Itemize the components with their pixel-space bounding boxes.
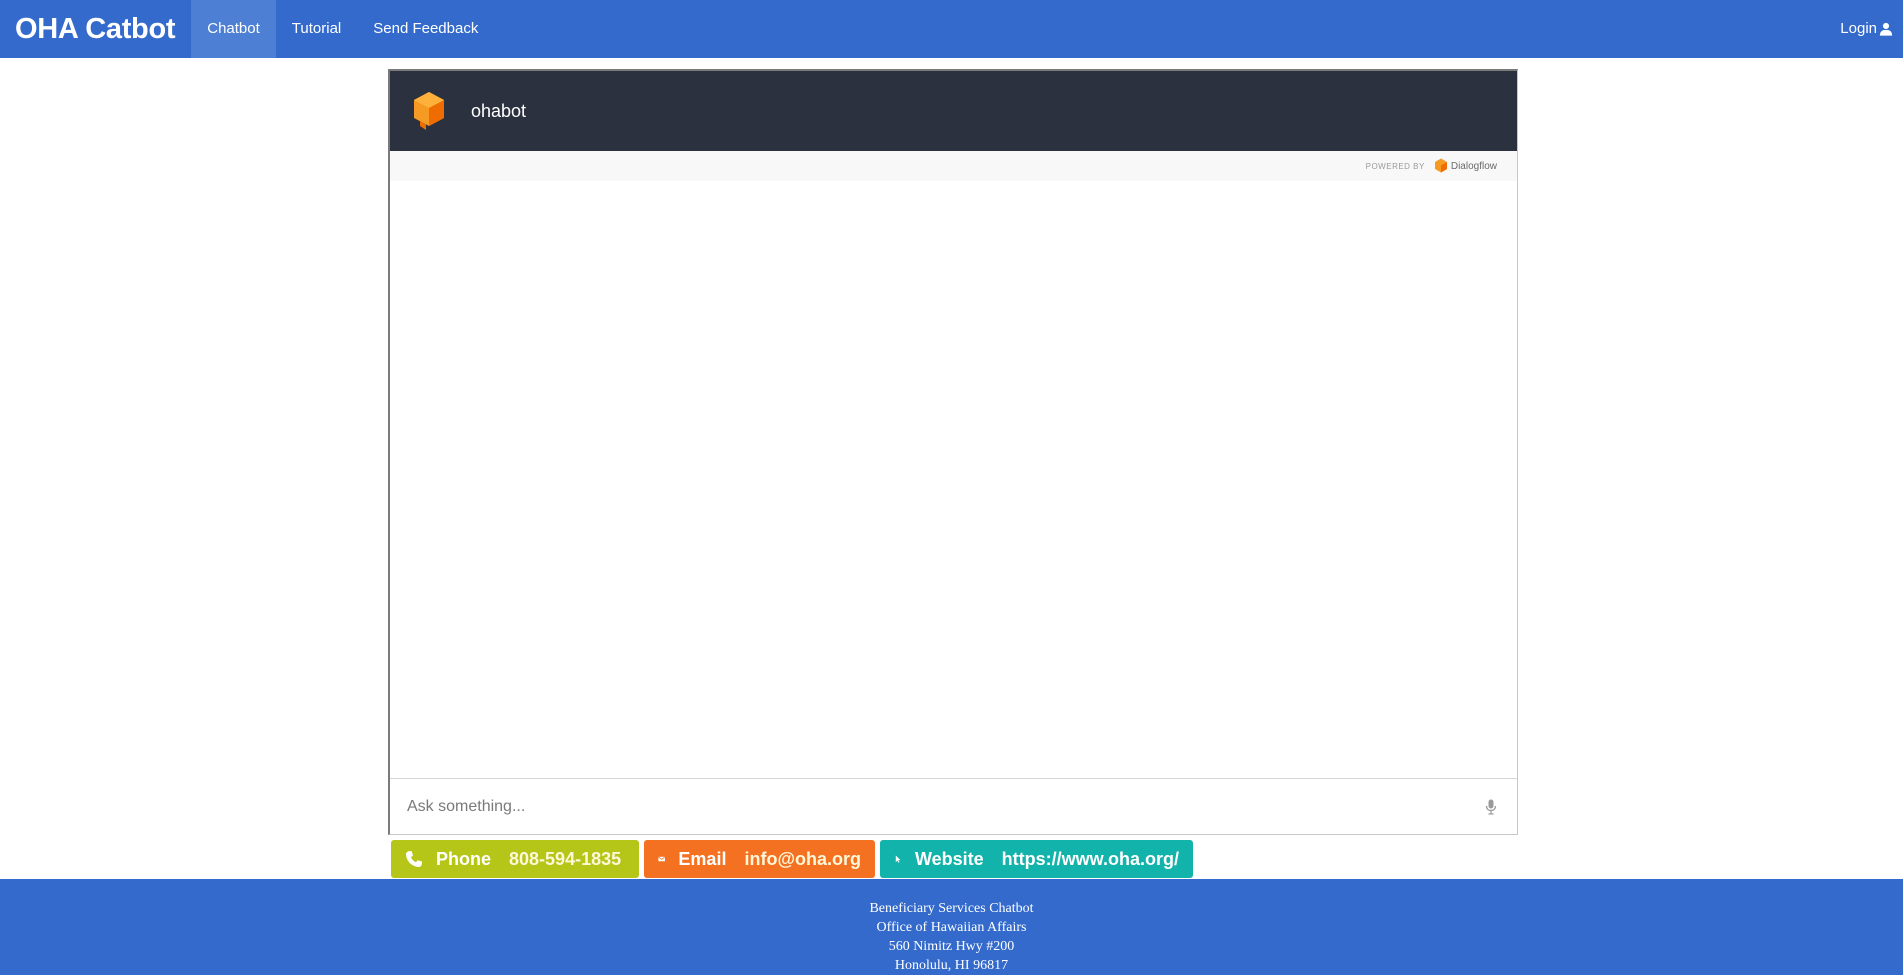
user-icon <box>1879 22 1893 36</box>
email-button[interactable]: Email info@oha.org <box>644 840 875 878</box>
website-label: Website <box>914 848 984 869</box>
footer-line-title: Beneficiary Services Chatbot <box>869 901 1034 916</box>
envelope-icon <box>658 856 666 862</box>
footer-line-organization: Office of Hawaiian Affairs <box>876 920 1027 935</box>
website-button[interactable]: Website https://www.oha.org/ <box>880 840 1193 878</box>
nav-item-tutorial[interactable]: Tutorial <box>276 0 357 58</box>
chat-input-row <box>390 779 1517 835</box>
website-value: https://www.oha.org/ <box>1001 848 1179 869</box>
chat-input[interactable] <box>407 798 1485 816</box>
chat-message-area[interactable] <box>390 181 1517 779</box>
dialogflow-logo-icon <box>1434 158 1447 173</box>
powered-by-label: POWERED BY <box>1365 161 1425 171</box>
login-link[interactable]: Login <box>1840 0 1903 58</box>
chat-header: ohabot <box>390 71 1517 151</box>
microphone-icon[interactable] <box>1485 799 1497 815</box>
powered-by-bar: POWERED BY Dialogflow <box>390 151 1517 181</box>
phone-button[interactable]: Phone 808-594-1835 <box>391 840 639 878</box>
brand-title[interactable]: OHA Catbot <box>0 0 191 58</box>
phone-value: 808-594-1835 <box>509 848 622 869</box>
chat-widget: ohabot POWERED BY Dialogflow <box>388 69 1518 835</box>
footer-line-city: Honolulu, HI 96817 <box>894 958 1009 973</box>
phone-icon <box>406 851 422 867</box>
email-value: info@oha.org <box>744 848 861 869</box>
contact-buttons: Phone 808-594-1835 Email info@oha.org We… <box>391 840 1193 878</box>
page-footer: Beneficiary Services Chatbot Office of H… <box>0 879 1903 975</box>
email-label: Email <box>678 848 727 869</box>
login-label: Login <box>1840 20 1877 37</box>
nav-item-chatbot[interactable]: Chatbot <box>191 0 276 58</box>
phone-label: Phone <box>436 848 492 869</box>
dialogflow-cube-icon <box>414 92 444 130</box>
top-navbar: OHA Catbot Chatbot Tutorial Send Feedbac… <box>0 0 1903 58</box>
powered-by-brand[interactable]: Dialogflow <box>1451 161 1497 172</box>
footer-line-street: 560 Nimitz Hwy #200 <box>888 939 1015 954</box>
bot-name: ohabot <box>471 100 527 121</box>
nav-item-send-feedback[interactable]: Send Feedback <box>357 0 494 58</box>
cursor-icon <box>895 855 901 863</box>
